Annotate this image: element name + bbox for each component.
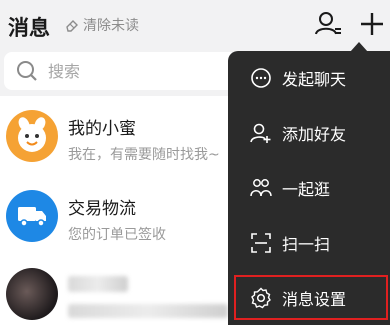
contacts-icon[interactable]: [314, 10, 342, 38]
blurred-name: [68, 276, 128, 292]
conversation-preview: 我在，有需要随时找我~: [68, 147, 220, 163]
assistant-avatar: [6, 110, 58, 162]
search-icon: [17, 61, 37, 81]
plus-icon[interactable]: [358, 10, 386, 38]
clear-unread-label: 清除未读: [83, 18, 139, 34]
conversation-name: 交易物流: [68, 199, 136, 219]
menu-item-label: 扫一扫: [282, 235, 331, 254]
menu-item-start-chat[interactable]: 发起聊天: [228, 53, 390, 103]
eraser-icon: [66, 20, 78, 32]
bee-mascot-icon: [18, 117, 46, 152]
menu-item-label: 添加好友: [282, 125, 347, 144]
page-title: 消息: [8, 16, 50, 40]
highlight-box: [234, 275, 388, 320]
user-avatar: [6, 268, 58, 320]
search-input[interactable]: [48, 61, 248, 81]
blurred-preview: [68, 304, 228, 318]
menu-item-label: 一起逛: [282, 180, 331, 199]
top-header: 消息 清除未读: [0, 0, 390, 50]
truck-icon: [18, 207, 46, 227]
scan-icon: [251, 233, 271, 253]
clear-unread-button[interactable]: 清除未读: [64, 15, 139, 35]
menu-item-label: 发起聊天: [282, 70, 347, 89]
menu-item-shop-together[interactable]: 一起逛: [228, 163, 390, 213]
menu-item-add-friend[interactable]: 添加好友: [228, 108, 390, 158]
conversation-name: 我的小蜜: [68, 119, 136, 139]
group-icon: [250, 179, 272, 197]
add-friend-icon: [250, 123, 271, 143]
chat-bubble-icon: [251, 68, 271, 88]
logistics-avatar: [6, 190, 58, 242]
conversation-preview: 您的订单已签收: [68, 227, 166, 243]
menu-item-scan[interactable]: 扫一扫: [228, 218, 390, 268]
